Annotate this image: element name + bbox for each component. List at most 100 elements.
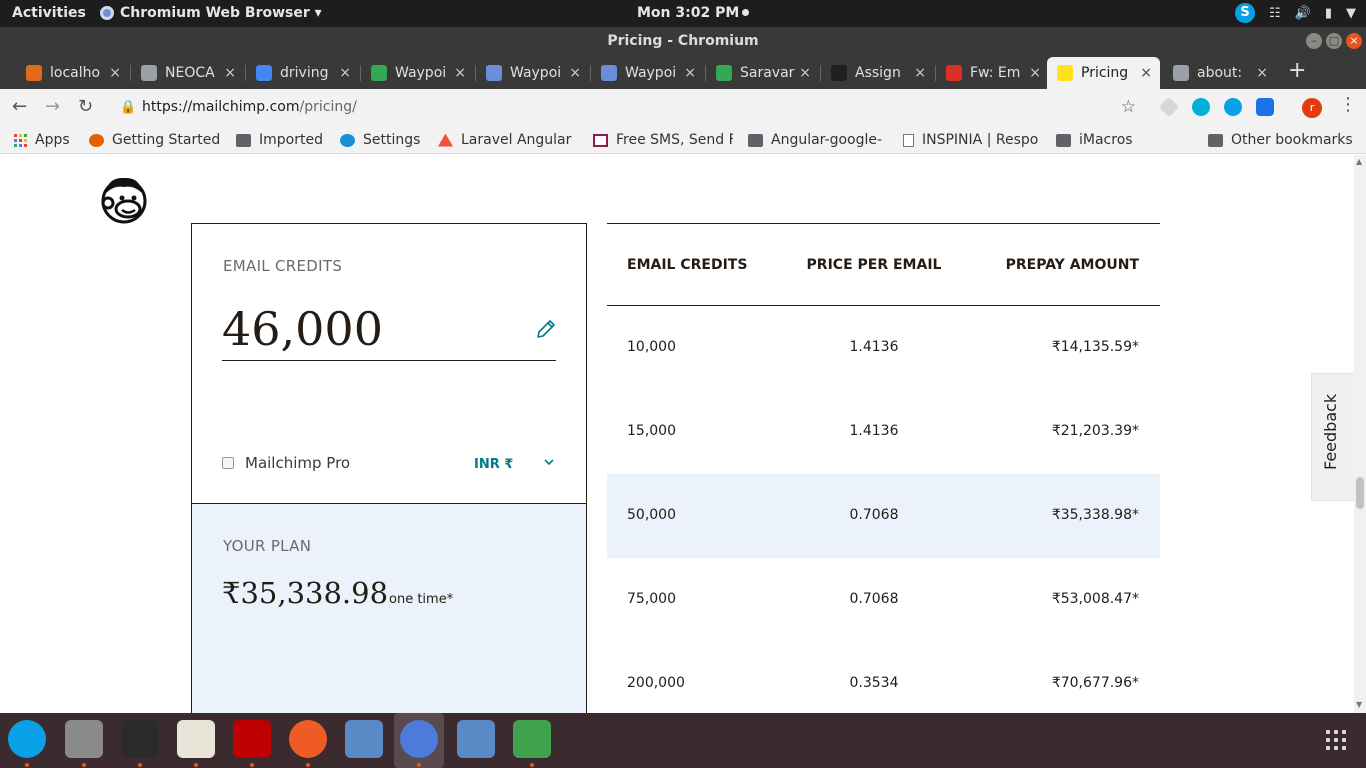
close-window-icon[interactable]: × (1346, 33, 1362, 49)
address-bar[interactable]: 🔒 https://mailchimp.com/pricing/ ☆ (108, 93, 1148, 122)
terminal-icon[interactable] (121, 720, 159, 758)
tab-close-icon[interactable]: × (109, 65, 121, 81)
skype-tray-icon[interactable]: S (1235, 3, 1255, 23)
bookmark-star-icon[interactable]: ☆ (1121, 93, 1136, 122)
tab-close-icon[interactable]: × (799, 65, 811, 81)
network-icon[interactable]: ☷ (1269, 6, 1281, 21)
tab-driving[interactable]: driving × (246, 57, 359, 89)
currency-select[interactable]: INR ₹ (474, 457, 513, 472)
back-icon[interactable]: ← (12, 96, 27, 117)
extension-react-icon[interactable] (1192, 98, 1210, 116)
bookmark-imported[interactable]: Imported (236, 132, 323, 148)
cell-credits: 200,000 (627, 675, 685, 691)
bookmark-settings[interactable]: Settings (340, 132, 420, 148)
table-row[interactable]: 200,000 0.3534 ₹70,677.96* (607, 642, 1160, 713)
table-row[interactable]: 15,000 1.4136 ₹21,203.39* (607, 390, 1160, 474)
feedback-label: Feedback (1321, 393, 1340, 470)
page-icon (903, 133, 914, 147)
scroll-down-icon[interactable]: ▼ (1356, 700, 1362, 709)
reload-icon[interactable]: ↻ (78, 96, 93, 117)
bookmark-getting-started[interactable]: Getting Started (89, 132, 220, 148)
tab-close-icon[interactable]: × (1029, 65, 1041, 81)
cell-prepay: ₹35,338.98* (1051, 507, 1139, 523)
scrollbar-thumb[interactable] (1356, 477, 1364, 509)
spreadsheet-icon[interactable] (513, 720, 551, 758)
mailchimp-logo-icon[interactable] (98, 173, 150, 225)
tab-pricing[interactable]: Pricing × (1047, 57, 1160, 89)
bookmark-imacros[interactable]: iMacros (1056, 132, 1133, 148)
bookmark-laravel[interactable]: Laravel Angular (438, 132, 578, 148)
tab-neoca[interactable]: NEOCA × (131, 57, 244, 89)
mailchimp-pro-checkbox[interactable] (222, 457, 234, 469)
favicon-icon (716, 65, 732, 81)
activities-button[interactable]: Activities (12, 5, 86, 21)
lock-icon[interactable]: 🔒 (120, 93, 136, 122)
credits-panel: EMAIL CREDITS 46,000 Mailchimp Pro INR ₹ (192, 224, 586, 504)
mailchimp-pro-option[interactable]: Mailchimp Pro (222, 454, 350, 472)
running-indicator (194, 763, 198, 767)
chevron-down-icon[interactable] (542, 455, 556, 469)
tab-close-icon[interactable]: × (454, 65, 466, 81)
tab-close-icon[interactable]: × (569, 65, 581, 81)
volume-icon[interactable]: 🔊 (1295, 6, 1311, 21)
extension-cube-icon[interactable] (1158, 96, 1180, 118)
table-row[interactable]: 75,000 0.7068 ₹53,008.47* (607, 558, 1160, 642)
minimize-icon[interactable]: – (1306, 33, 1322, 49)
bookmark-inspinia[interactable]: INSPINIA | Respo (903, 132, 1040, 148)
tab-about[interactable]: about: × (1163, 57, 1276, 89)
tab-close-icon[interactable]: × (1140, 65, 1152, 81)
tab-close-icon[interactable]: × (1256, 65, 1268, 81)
tab-label: about: (1197, 65, 1243, 81)
tab-waypoi[interactable]: Waypoi × (476, 57, 589, 89)
tab-waypoi[interactable]: Waypoi × (361, 57, 474, 89)
page-scrollbar[interactable]: ▲ ▼ (1354, 155, 1366, 713)
bookmark-apps[interactable]: Apps (14, 132, 70, 148)
feedback-tab[interactable]: Feedback (1311, 373, 1354, 501)
maximize-icon[interactable]: □ (1326, 33, 1342, 49)
tab-localho[interactable]: localho × (16, 57, 129, 89)
clock[interactable]: Mon 3:02 PM (637, 5, 750, 21)
favicon-icon (1173, 65, 1189, 81)
app-menu[interactable]: Chromium Web Browser ▾ (100, 5, 322, 21)
tab-waypoi[interactable]: Waypoi × (591, 57, 704, 89)
power-icon[interactable]: ▼ (1346, 6, 1356, 21)
cell-price-value: 0.7068 (849, 591, 899, 607)
tab-fw-em[interactable]: Fw: Em × (936, 57, 1049, 89)
app-menu-label: Chromium Web Browser ▾ (120, 5, 322, 21)
skype-icon[interactable] (8, 720, 46, 758)
files-icon[interactable] (65, 720, 103, 758)
show-applications-icon[interactable] (1326, 730, 1346, 750)
extension-skype-icon[interactable] (1224, 98, 1242, 116)
tab-saravar[interactable]: Saravar × (706, 57, 819, 89)
credits-input[interactable]: 46,000 (222, 302, 383, 356)
chromium-icon[interactable] (400, 720, 438, 758)
virtualbox-icon[interactable] (345, 720, 383, 758)
text-editor-icon[interactable] (177, 720, 215, 758)
bookmark-free-sms[interactable]: Free SMS, Send F (593, 132, 733, 148)
scroll-up-icon[interactable]: ▲ (1356, 157, 1362, 166)
postman-icon[interactable] (289, 720, 327, 758)
profile-avatar[interactable]: r (1302, 98, 1322, 118)
virtualbox-icon[interactable] (457, 720, 495, 758)
tab-close-icon[interactable]: × (224, 65, 236, 81)
edit-pencil-icon[interactable] (535, 318, 557, 340)
extension-device-icon[interactable] (1256, 98, 1274, 116)
chrome-menu-icon[interactable]: ⋮ (1339, 94, 1357, 115)
bookmark-other[interactable]: Other bookmarks (1208, 132, 1353, 148)
table-row[interactable]: 10,000 1.4136 ₹14,135.59* (607, 306, 1160, 390)
tab-close-icon[interactable]: × (339, 65, 351, 81)
bookmark-angular-google[interactable]: Angular-google- (748, 132, 888, 148)
tab-close-icon[interactable]: × (914, 65, 926, 81)
tab-label: Waypoi (395, 65, 447, 81)
bookmark-label: Imported (259, 132, 323, 148)
tab-close-icon[interactable]: × (684, 65, 696, 81)
forward-icon[interactable]: → (45, 96, 60, 117)
filezilla-icon[interactable] (233, 720, 271, 758)
battery-icon[interactable]: ▮ (1325, 6, 1332, 21)
table-row-highlighted[interactable]: 50,000 0.7068 ₹35,338.98* (607, 474, 1160, 558)
tab-assign[interactable]: Assign × (821, 57, 934, 89)
tab-label: Assign (855, 65, 901, 81)
new-tab-icon[interactable]: + (1288, 58, 1306, 83)
system-tray[interactable]: S ☷ 🔊 ▮ ▼ (1235, 3, 1356, 23)
cell-price-value: 0.3534 (849, 675, 899, 691)
